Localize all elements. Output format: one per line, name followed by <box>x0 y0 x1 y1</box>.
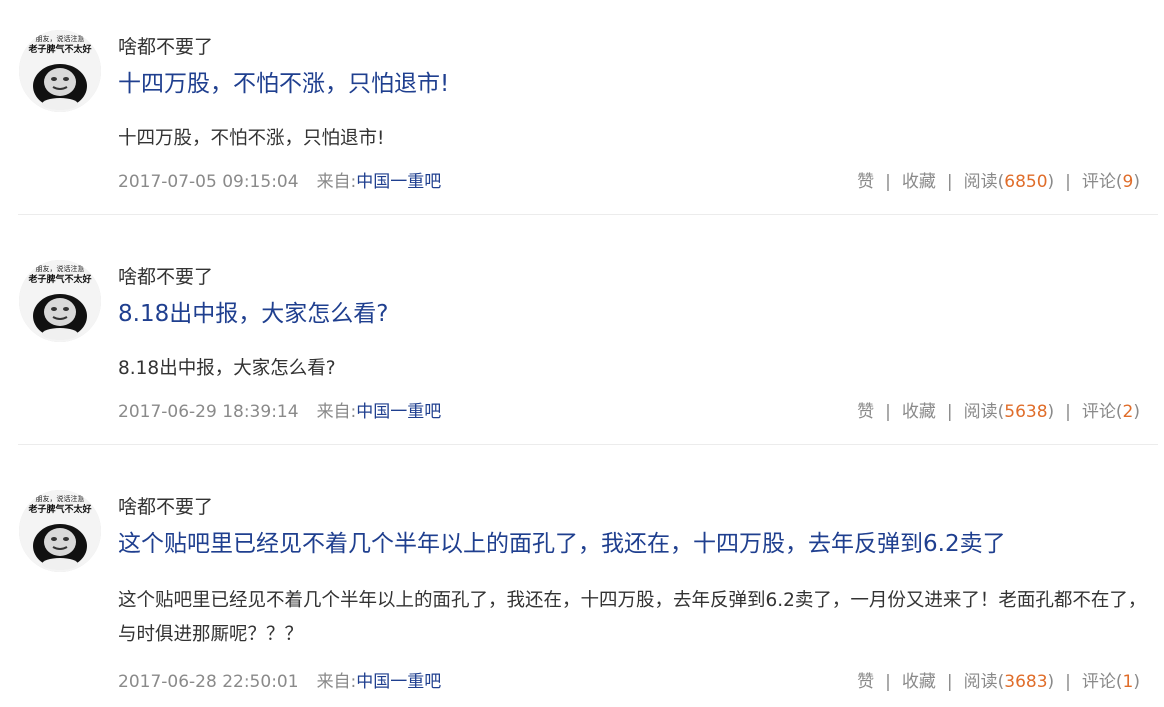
svg-text:老子脾气不太好: 老子脾气不太好 <box>27 273 91 285</box>
avatar-meme-image: 朋友，说话注意 老子脾气不太好 <box>19 30 101 112</box>
post-actions: 赞 | 收藏 | 阅读(5638) | 评论(2) <box>857 401 1140 423</box>
favorite-button[interactable]: 收藏 <box>902 672 936 692</box>
action-separator: | <box>1065 672 1071 692</box>
source-link[interactable]: 中国一重吧 <box>356 172 441 192</box>
post-item: 朋友，说话注意 老子脾气不太好 啥都不要了 这个贴吧里已经见不着几个半年以上的面… <box>0 474 1164 707</box>
post-timestamp: 2017-06-29 18:39:14 <box>118 402 299 422</box>
comment-count-value: 1 <box>1122 672 1134 692</box>
source-label: 来自: <box>316 672 357 692</box>
avatar-meme-image: 朋友，说话注意 老子脾气不太好 <box>19 490 101 572</box>
post-title[interactable]: 十四万股，不怕不涨，只怕退市! <box>118 68 449 100</box>
post-timestamp: 2017-07-05 09:15:04 <box>118 172 299 192</box>
svg-text:朋友，说话注意: 朋友，说话注意 <box>36 34 85 43</box>
read-count[interactable]: 阅读(5638) <box>964 402 1055 422</box>
source-label: 来自: <box>316 172 357 192</box>
post-title[interactable]: 8.18出中报，大家怎么看? <box>118 298 388 330</box>
action-separator: | <box>1065 402 1071 422</box>
action-separator: | <box>885 172 891 192</box>
read-count-value: 5638 <box>1004 402 1048 422</box>
post-body: 这个贴吧里已经见不着几个半年以上的面孔了，我还在，十四万股，去年反弹到6.2卖了… <box>118 590 1147 645</box>
author-name[interactable]: 啥都不要了 <box>118 35 213 59</box>
post-timestamp: 2017-06-28 22:50:01 <box>118 672 299 692</box>
read-count[interactable]: 阅读(6850) <box>964 172 1055 192</box>
comment-button[interactable]: 评论(2) <box>1082 402 1140 422</box>
read-count-value: 3683 <box>1004 672 1048 692</box>
post-actions: 赞 | 收藏 | 阅读(3683) | 评论(1) <box>857 671 1140 693</box>
post-item: 朋友，说话注意 老子脾气不太好 啥都不要了 十四万股，不怕不涨，只怕退市! 十四… <box>0 14 1164 214</box>
like-button[interactable]: 赞 <box>857 172 874 192</box>
avatar[interactable]: 朋友，说话注意 老子脾气不太好 <box>19 260 101 342</box>
avatar-meme-image: 朋友，说话注意 老子脾气不太好 <box>19 260 101 342</box>
action-separator: | <box>1065 172 1071 192</box>
comment-count-value: 2 <box>1122 402 1134 422</box>
post-item: 朋友，说话注意 老子脾气不太好 啥都不要了 8.18出中报，大家怎么看? 8.1… <box>0 244 1164 444</box>
avatar[interactable]: 朋友，说话注意 老子脾气不太好 <box>19 30 101 112</box>
action-separator: | <box>946 172 953 192</box>
svg-text:老子脾气不太好: 老子脾气不太好 <box>27 503 91 515</box>
post-divider <box>18 444 1158 445</box>
action-separator: | <box>885 402 891 422</box>
favorite-button[interactable]: 收藏 <box>902 402 936 422</box>
comment-button[interactable]: 评论(1) <box>1082 672 1140 692</box>
avatar[interactable]: 朋友，说话注意 老子脾气不太好 <box>19 490 101 572</box>
action-separator: | <box>946 672 953 692</box>
action-separator: | <box>885 672 891 692</box>
post-body: 十四万股，不怕不涨，只怕退市! <box>118 128 385 149</box>
action-separator: | <box>946 402 953 422</box>
svg-text:老子脾气不太好: 老子脾气不太好 <box>27 43 91 55</box>
source-label: 来自: <box>316 402 357 422</box>
post-title[interactable]: 这个贴吧里已经见不着几个半年以上的面孔了，我还在，十四万股，去年反弹到6.2卖了 <box>118 528 1006 560</box>
post-divider <box>18 214 1158 215</box>
source-link[interactable]: 中国一重吧 <box>356 402 441 422</box>
comment-count-value: 9 <box>1122 172 1134 192</box>
svg-text:朋友，说话注意: 朋友，说话注意 <box>36 494 85 503</box>
like-button[interactable]: 赞 <box>857 402 874 422</box>
source-link[interactable]: 中国一重吧 <box>356 672 441 692</box>
read-count[interactable]: 阅读(3683) <box>964 672 1055 692</box>
post-meta: 2017-06-29 18:39:14 来自:中国一重吧 <box>118 401 441 423</box>
post-body: 8.18出中报，大家怎么看? <box>118 358 336 379</box>
favorite-button[interactable]: 收藏 <box>902 172 936 192</box>
post-meta: 2017-07-05 09:15:04 来自:中国一重吧 <box>118 171 441 193</box>
author-name[interactable]: 啥都不要了 <box>118 495 213 519</box>
read-count-value: 6850 <box>1004 172 1048 192</box>
author-name[interactable]: 啥都不要了 <box>118 265 213 289</box>
like-button[interactable]: 赞 <box>857 672 874 692</box>
post-meta: 2017-06-28 22:50:01 来自:中国一重吧 <box>118 671 441 693</box>
svg-text:朋友，说话注意: 朋友，说话注意 <box>36 264 85 273</box>
comment-button[interactable]: 评论(9) <box>1082 172 1140 192</box>
post-actions: 赞 | 收藏 | 阅读(6850) | 评论(9) <box>857 171 1140 193</box>
